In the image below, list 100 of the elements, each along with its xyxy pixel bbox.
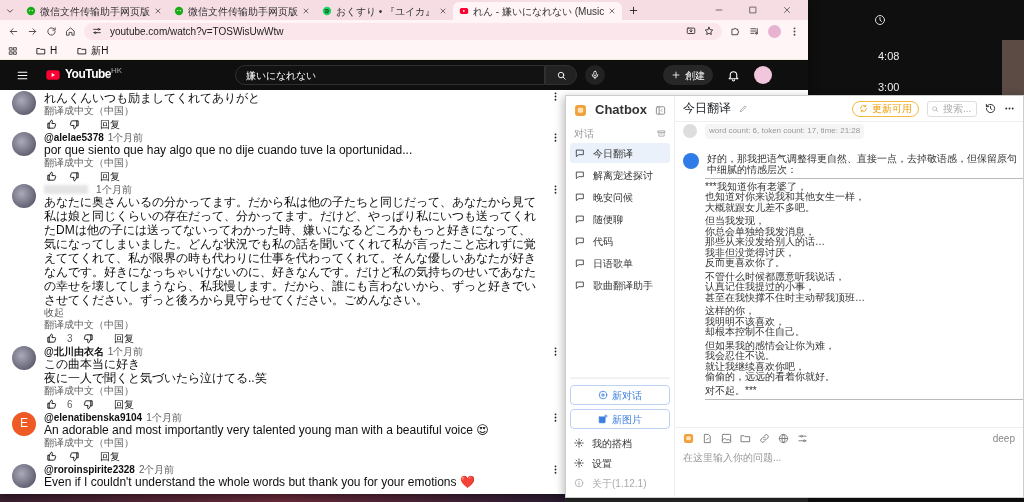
file-icon[interactable] xyxy=(702,433,713,444)
new-chat-button[interactable]: 新对话 xyxy=(570,385,670,405)
voice-search-button[interactable] xyxy=(585,65,605,85)
create-button[interactable]: 創建 xyxy=(663,65,713,85)
profile-avatar[interactable] xyxy=(754,66,772,84)
forward-arrow-icon[interactable] xyxy=(27,25,38,37)
model-name[interactable]: deep xyxy=(992,433,1015,444)
dislike-button[interactable] xyxy=(67,170,82,182)
comment-text: この曲本当に好き xyxy=(44,357,141,371)
apps-grid-icon[interactable] xyxy=(8,45,18,56)
folder-icon[interactable] xyxy=(740,433,751,444)
session-item[interactable]: 今日翻译 xyxy=(570,143,670,163)
comment-time[interactable]: 1个月前 xyxy=(107,132,144,143)
gear-icon xyxy=(574,438,584,448)
history-icon[interactable] xyxy=(985,103,996,114)
browser-tab[interactable]: おくすり • 『ユイカ』 xyxy=(316,2,454,20)
chat-bubble-icon xyxy=(575,214,585,224)
like-button[interactable] xyxy=(44,118,59,130)
search-button[interactable] xyxy=(545,65,577,85)
youtube-logo[interactable]: YouTube xyxy=(45,67,112,83)
site-info-icon[interactable] xyxy=(92,26,102,36)
comment-text: 夜に一人で聞くと気づいたら泣けてる..笑 xyxy=(44,371,268,385)
author-name[interactable]: @北川由衣名 xyxy=(44,346,104,357)
like-button[interactable] xyxy=(44,170,59,182)
reply-button[interactable]: 回复 xyxy=(98,450,122,462)
avatar[interactable] xyxy=(12,184,36,208)
search-field[interactable]: 嫌いになれない xyxy=(235,65,545,85)
thumbs-up-icon xyxy=(46,118,57,130)
bookmark-folder[interactable]: H xyxy=(34,45,60,56)
bookmark-folder[interactable]: 新H xyxy=(75,45,111,56)
info-icon xyxy=(574,478,584,488)
comment-text: れんくんいつも励ましてくれてありがと xyxy=(44,91,261,105)
dislike-button[interactable] xyxy=(67,450,82,462)
translate-link[interactable]: 翻译成中文（中国） xyxy=(44,437,542,449)
collapse-sidebar-icon[interactable] xyxy=(655,104,666,116)
chat-bubble-icon xyxy=(575,148,585,158)
browser-tab[interactable]: 微信文件传输助手网页版 xyxy=(20,2,168,20)
like-button[interactable] xyxy=(44,398,59,410)
avatar[interactable] xyxy=(12,132,36,156)
sidebar-link[interactable]: 我的搭档 xyxy=(566,433,674,453)
comment-time[interactable]: 1个月前 xyxy=(146,412,182,423)
browser-tab[interactable]: れん - 嫌いになれない (Music xyxy=(453,2,623,20)
sliders-icon[interactable] xyxy=(797,433,808,444)
poem-stanza: 但如果我的感情会让你为难， 我会忍住不说。 就让我继续喜欢你吧， 偷偷的，远远的看着你就好。 xyxy=(705,340,836,383)
translate-link[interactable]: 翻译成中文（中国） xyxy=(44,105,542,117)
session-item[interactable]: 日语歌单 xyxy=(570,253,670,273)
avatar[interactable] xyxy=(12,346,36,370)
thumbs-up-icon xyxy=(46,332,57,344)
close-icon[interactable] xyxy=(608,7,617,15)
bookmark-star-icon[interactable] xyxy=(704,26,714,36)
new-tab-icon[interactable] xyxy=(628,5,640,16)
translate-link[interactable]: 翻译成中文（中国） xyxy=(44,385,542,397)
media-controls-icon[interactable] xyxy=(749,25,760,37)
thumbs-down-icon xyxy=(69,118,80,130)
thumbs-up-icon xyxy=(46,170,57,182)
maximize-icon[interactable] xyxy=(748,5,758,15)
collapse-link[interactable]: 收起 xyxy=(44,307,542,319)
like-button[interactable] xyxy=(44,332,59,344)
translate-link[interactable]: 翻译成中文（中国） xyxy=(44,157,542,169)
install-icon[interactable] xyxy=(686,26,696,36)
author-name[interactable]: @elenatibenska9104 xyxy=(44,412,143,423)
reply-button[interactable]: 回复 xyxy=(98,118,122,130)
comment-time[interactable]: 1个月前 xyxy=(96,184,132,195)
chevron-down-icon xyxy=(5,6,15,16)
thumbs-down-icon xyxy=(82,332,94,344)
globe-icon[interactable] xyxy=(778,433,789,444)
sidebar-link[interactable]: 设置 xyxy=(566,453,674,473)
address-bar[interactable]: youtube.com/watch?v=TOSWisUwWtw xyxy=(84,22,722,40)
notifications-bell-icon[interactable] xyxy=(727,68,740,82)
new-image-button[interactable]: 新图片 xyxy=(570,409,670,429)
avatar[interactable] xyxy=(12,464,36,488)
browser-tab[interactable]: 微信文件传输助手网页版 xyxy=(168,2,316,20)
home-icon[interactable] xyxy=(65,25,76,37)
reply-button[interactable]: 回复 xyxy=(111,332,136,344)
reply-button[interactable]: 回复 xyxy=(98,170,122,182)
poem-stanza: 但当我发现， 你总会单独给我发消息， 那些从来没发给别人的话… 我非但没觉得讨厌， 反而更喜欢你了。 xyxy=(705,216,826,269)
author-name[interactable]: @alelae5378 xyxy=(44,132,104,143)
comment-text: por que siento que hay algo que no dije cuando tuve la oportunidad... xyxy=(44,143,414,157)
close-icon[interactable] xyxy=(782,5,792,15)
comment-time[interactable]: 1个月前 xyxy=(107,346,144,357)
back-arrow-icon[interactable] xyxy=(8,25,19,37)
session-item[interactable]: 歌曲翻译助手 xyxy=(570,275,670,295)
reload-icon[interactable] xyxy=(46,25,57,37)
image-icon[interactable] xyxy=(721,433,732,444)
close-icon[interactable] xyxy=(154,7,162,15)
close-icon[interactable] xyxy=(439,7,448,15)
author-name[interactable]: @roroinspirite2328 xyxy=(44,464,135,475)
avatar[interactable] xyxy=(12,91,36,115)
session-item[interactable]: 代码 xyxy=(570,231,670,251)
dislike-button[interactable] xyxy=(67,118,82,130)
close-icon[interactable] xyxy=(302,7,310,15)
reply-button[interactable]: 回复 xyxy=(111,398,136,410)
extensions-icon[interactable] xyxy=(730,25,741,37)
session-item[interactable]: 随便聊 xyxy=(570,209,670,229)
assistant-avatar xyxy=(683,152,699,169)
translate-link[interactable]: 翻译成中文（中国） xyxy=(44,319,542,331)
comment-time[interactable]: 2个月前 xyxy=(138,464,175,475)
session-item[interactable]: 晚安问候 xyxy=(570,187,670,207)
like-button[interactable] xyxy=(44,450,59,462)
session-item[interactable]: 解离宠述探讨 xyxy=(570,165,670,185)
